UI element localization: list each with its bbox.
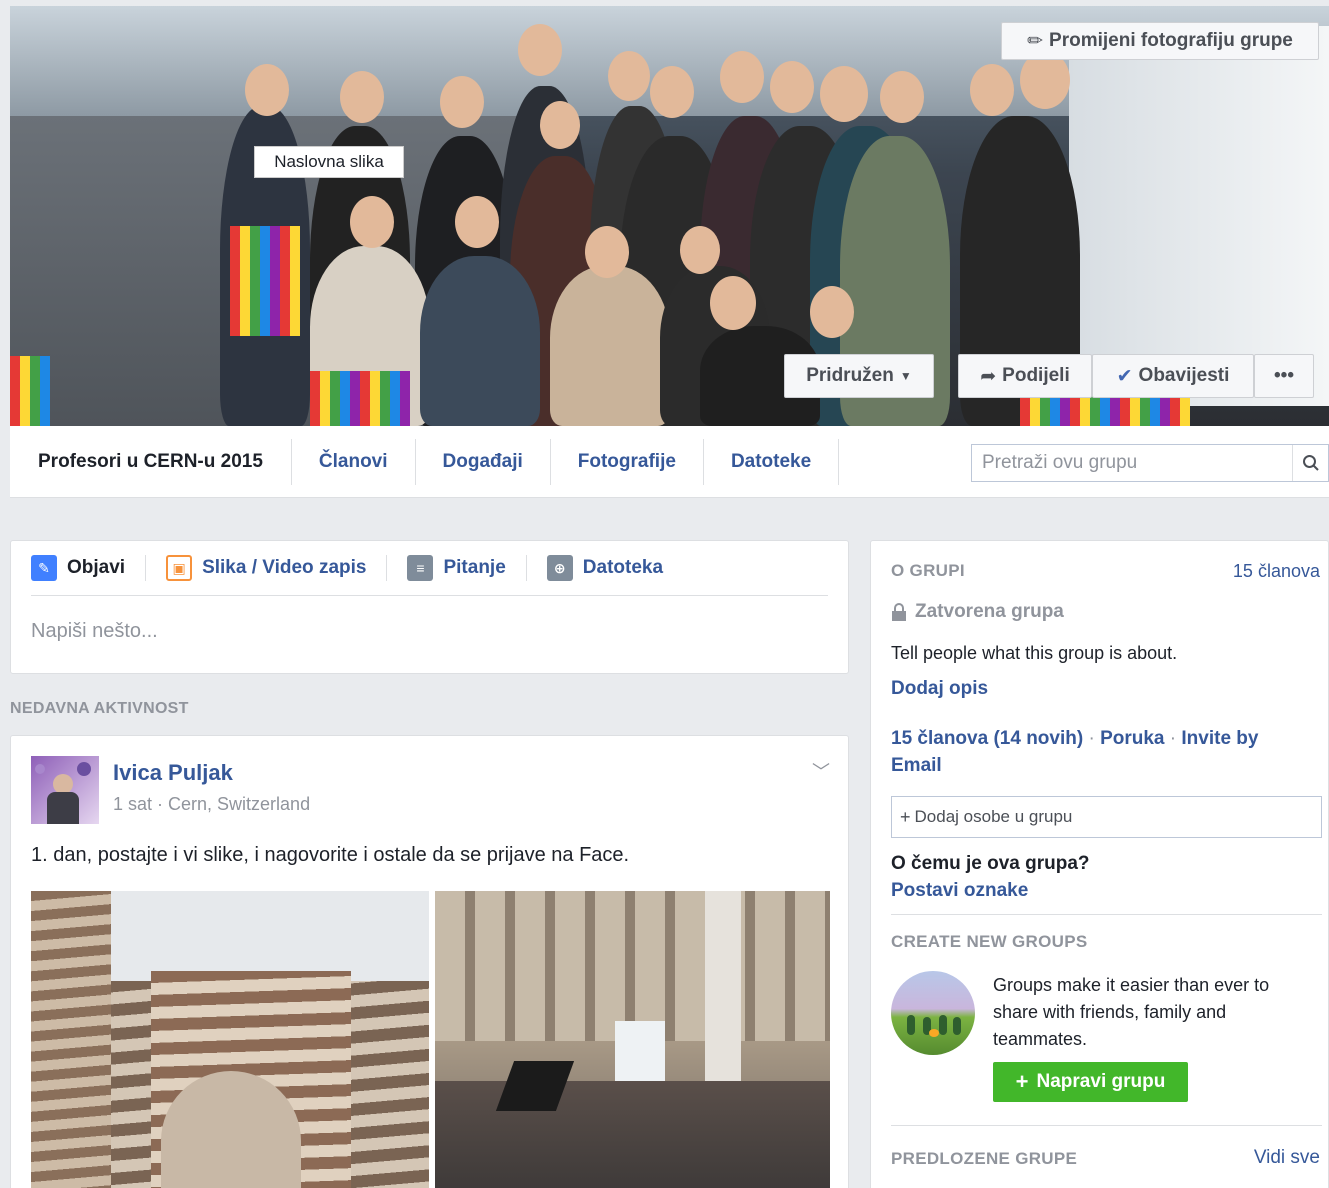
set-tags-link[interactable]: Postavi oznake bbox=[891, 880, 1028, 902]
plus-icon: + bbox=[1015, 1069, 1029, 1094]
file-upload-icon: ⊕ bbox=[546, 555, 573, 581]
divider bbox=[891, 1125, 1322, 1126]
create-groups-description: Groups make it easier than ever to share… bbox=[993, 975, 1270, 1049]
new-members-link[interactable]: (14 novih) bbox=[993, 728, 1083, 749]
member-count-link[interactable]: 15 članova bbox=[1233, 561, 1320, 582]
more-dots-icon: ••• bbox=[1274, 365, 1294, 386]
more-options-button[interactable]: ••• bbox=[1254, 354, 1314, 398]
share-arrow-icon: ➦ bbox=[980, 365, 997, 387]
post-photo-1[interactable] bbox=[31, 891, 429, 1188]
post-author-name[interactable]: Ivica Puljak bbox=[113, 760, 233, 786]
recent-activity-header: NEDAVNA AKTIVNOST bbox=[10, 700, 189, 717]
suggested-groups-header: PREDLOZENE GRUPE bbox=[891, 1149, 1078, 1168]
post-photo-2[interactable] bbox=[435, 891, 830, 1188]
lock-icon bbox=[892, 603, 906, 621]
group-search bbox=[971, 444, 1329, 482]
tab-events[interactable]: Događaji bbox=[416, 438, 551, 485]
avatar[interactable] bbox=[31, 756, 99, 824]
message-link[interactable]: Poruka bbox=[1100, 728, 1164, 749]
pencil-icon: ✎ bbox=[31, 555, 57, 581]
group-name[interactable]: Profesori u CERN-u 2015 bbox=[10, 438, 292, 485]
plus-icon: + bbox=[900, 806, 911, 827]
about-group-header: O GRUPI bbox=[891, 561, 965, 580]
add-description-link[interactable]: Dodaj opis bbox=[891, 678, 988, 700]
add-people-input[interactable]: + Dodaj osobe u grupu bbox=[891, 796, 1322, 838]
create-group-button[interactable]: + Napravi grupu bbox=[993, 1062, 1188, 1102]
post-text: 1. dan, postajte i vi slike, i nagovorit… bbox=[31, 844, 630, 866]
post-composer: ✎ Objavi ▣ Slika / Video zapis ≡ Pitanje… bbox=[10, 540, 849, 674]
group-sidebar: O GRUPI 15 članova Zatvorena grupa Tell … bbox=[870, 540, 1329, 1188]
what-is-group-about: O čemu je ova grupa? bbox=[891, 853, 1090, 874]
divider bbox=[891, 914, 1322, 915]
composer-tabs: ✎ Objavi ▣ Slika / Video zapis ≡ Pitanje… bbox=[31, 541, 828, 596]
members-summary: 15 članova (14 novih) · Poruka · Invite … bbox=[891, 728, 1259, 776]
cover-photo-tooltip: Naslovna slika bbox=[254, 146, 404, 178]
composer-tab-file[interactable]: ⊕ Datoteka bbox=[527, 555, 683, 581]
caret-down-icon: ▼ bbox=[899, 369, 912, 383]
share-button[interactable]: ➦ Podijeli bbox=[958, 354, 1092, 398]
cover-photo[interactable]: Naslovna slika ✏ Promijeni fotografiju g… bbox=[10, 6, 1329, 426]
members-link[interactable]: 15 članova bbox=[891, 728, 988, 749]
checkmark-icon: ✔ bbox=[1116, 365, 1133, 387]
tab-files[interactable]: Datoteke bbox=[704, 438, 840, 485]
create-groups-header: CREATE NEW GROUPS bbox=[891, 932, 1088, 951]
post-timestamp-location[interactable]: 1 sat · Cern, Switzerland bbox=[113, 794, 310, 815]
search-button[interactable] bbox=[1292, 445, 1328, 481]
notifications-button[interactable]: ✔ Obavijesti bbox=[1092, 354, 1254, 398]
composer-tab-post[interactable]: ✎ Objavi bbox=[31, 555, 147, 581]
feed-post: Ivica Puljak 1 sat · Cern, Switzerland ﹀… bbox=[10, 735, 849, 1188]
poll-icon: ≡ bbox=[407, 555, 434, 581]
pencil-icon: ✏ bbox=[1027, 30, 1044, 52]
group-nav-bar: Profesori u CERN-u 2015 Članovi Događaji… bbox=[10, 426, 1329, 498]
search-icon bbox=[1302, 455, 1319, 471]
composer-tab-question[interactable]: ≡ Pitanje bbox=[387, 555, 527, 581]
change-group-photo-button[interactable]: ✏ Promijeni fotografiju grupe bbox=[1001, 22, 1319, 60]
photo-icon: ▣ bbox=[166, 555, 193, 581]
chevron-down-icon[interactable]: ﹀ bbox=[812, 758, 830, 784]
group-description-prompt: Tell people what this group is about. bbox=[891, 643, 1178, 663]
see-all-link[interactable]: Vidi sve bbox=[1254, 1147, 1320, 1169]
group-search-input[interactable] bbox=[972, 452, 1292, 474]
tab-photos[interactable]: Fotografije bbox=[551, 438, 704, 485]
composer-text-input[interactable]: Napiši nešto... bbox=[11, 596, 848, 667]
tab-members[interactable]: Članovi bbox=[292, 438, 416, 485]
privacy-status: Zatvorena grupa bbox=[891, 601, 1064, 623]
composer-tab-photo-video[interactable]: ▣ Slika / Video zapis bbox=[146, 555, 388, 581]
groups-illustration-icon bbox=[891, 971, 975, 1055]
joined-dropdown-button[interactable]: Pridružen ▼ bbox=[784, 354, 934, 398]
